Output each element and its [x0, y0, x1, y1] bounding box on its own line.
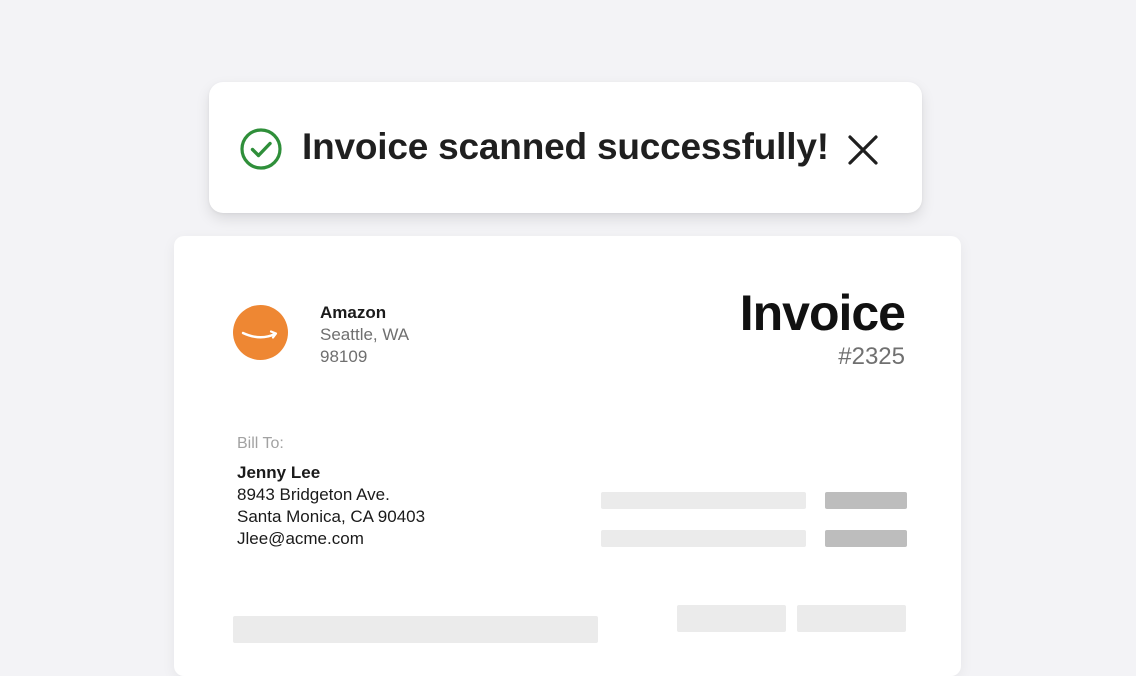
bill-to-name: Jenny Lee	[237, 463, 321, 482]
bill-to-city-state-zip: Santa Monica, CA 90403	[237, 507, 426, 526]
invoice-preview: Amazon Seattle, WA 98109 Invoice #2325 B…	[174, 236, 961, 676]
toast-message: Invoice scanned successfully!	[302, 126, 829, 167]
bill-to-email: Jlee@acme.com	[237, 529, 364, 548]
placeholder-value	[677, 605, 786, 632]
close-icon[interactable]	[843, 130, 883, 170]
invoice-number: #2325	[838, 343, 905, 370]
success-toast: Invoice scanned successfully!	[209, 82, 922, 213]
placeholder-value	[825, 492, 907, 509]
amazon-smile-icon	[241, 330, 278, 339]
placeholder-line	[233, 616, 598, 643]
bill-to-label: Bill To:	[237, 435, 284, 452]
placeholder-value	[797, 605, 906, 632]
vendor-zip: 98109	[320, 347, 368, 366]
amazon-logo	[233, 305, 288, 360]
bill-to-info: Jenny Lee 8943 Bridgeton Ave. Santa Moni…	[237, 462, 425, 550]
placeholder-value	[825, 530, 907, 547]
bill-to-street: 8943 Bridgeton Ave.	[237, 485, 390, 504]
invoice-title: Invoice	[739, 285, 906, 341]
vendor-city-state: Seattle, WA	[320, 325, 410, 344]
placeholder-line	[601, 492, 806, 509]
placeholder-line	[601, 530, 806, 547]
vendor-name: Amazon	[320, 303, 387, 322]
check-circle-icon	[240, 128, 282, 170]
vendor-info: Amazon Seattle, WA 98109	[320, 302, 409, 368]
